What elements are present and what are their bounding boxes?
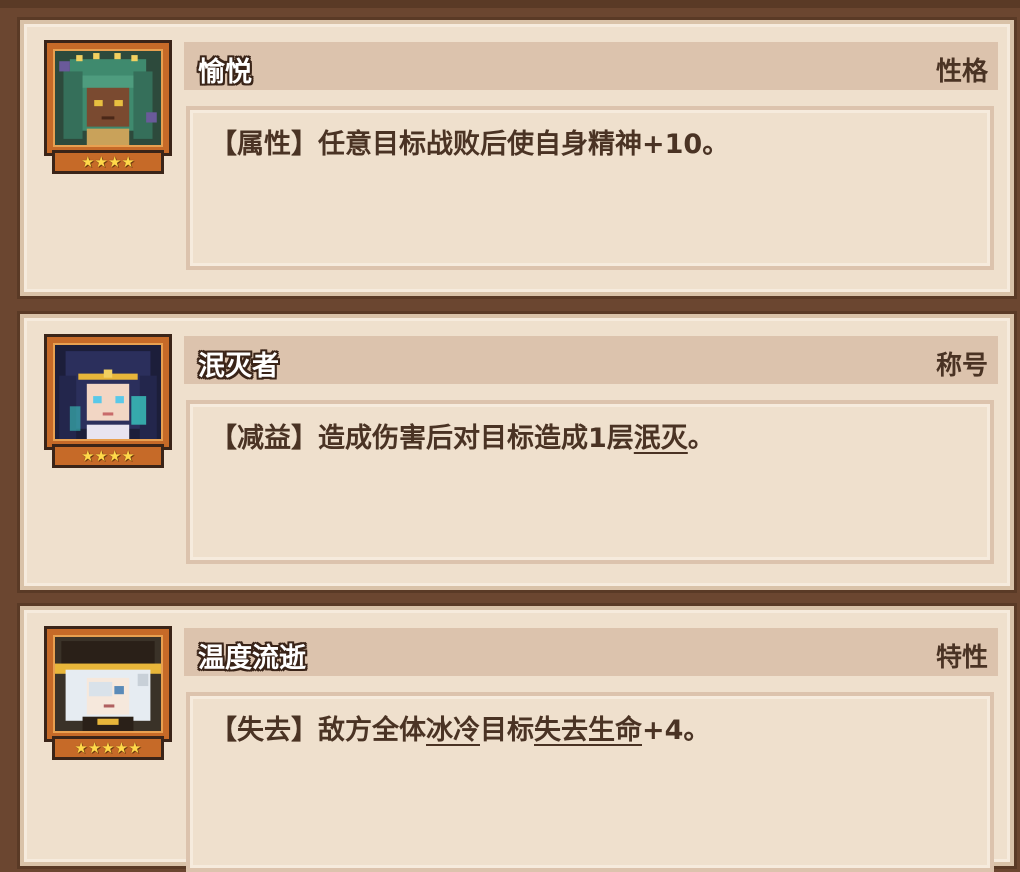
card-description-box: 【属性】任意目标战败后使自身精神+10。 bbox=[186, 106, 994, 270]
card-title: 泯灭者 bbox=[198, 351, 279, 382]
portrait-frame bbox=[44, 626, 172, 742]
card-title-bar: 愉悦 性格 bbox=[184, 42, 998, 90]
description-text: 。 bbox=[687, 423, 715, 454]
card-type-tag: 称号 bbox=[935, 351, 988, 381]
trait-card-2[interactable]: ★★★★ 泯灭者 称号 【减益】造成伤害后对目标造成1层泯灭。 bbox=[20, 314, 1014, 590]
star-rating: ★★★★ bbox=[52, 444, 164, 468]
portrait-frame bbox=[44, 40, 172, 156]
card-description-box: 【失去】敌方全体冰冷目标失去生命+4。 bbox=[186, 692, 994, 872]
keyword-link[interactable]: 冰冷 bbox=[426, 715, 480, 746]
star-icons: ★★★★ bbox=[81, 152, 135, 171]
card-title-bar: 泯灭者 称号 bbox=[184, 336, 998, 384]
description-text: 【失去】敌方全体 bbox=[210, 715, 426, 746]
description-text: 【减益】造成伤害后对目标造成1层 bbox=[210, 423, 634, 454]
keyword-link[interactable]: 失去生命 bbox=[534, 715, 642, 746]
star-rating: ★★★★ bbox=[52, 150, 164, 174]
portrait-frame bbox=[44, 334, 172, 450]
star-icons: ★★★★ bbox=[81, 446, 135, 465]
card-title: 愉悦 bbox=[198, 57, 252, 88]
trait-card-3[interactable]: ★★★★★ 温度流逝 特性 【失去】敌方全体冰冷目标失去生命+4。 bbox=[20, 606, 1014, 872]
description-text: 【属性】任意目标战败后使自身精神+10。 bbox=[210, 129, 730, 160]
description-text: 目标 bbox=[480, 715, 534, 746]
character-avatar bbox=[53, 635, 163, 733]
card-title: 温度流逝 bbox=[198, 643, 306, 674]
character-avatar bbox=[53, 49, 163, 147]
card-description-box: 【减益】造成伤害后对目标造成1层泯灭。 bbox=[186, 400, 994, 564]
card-description: 【失去】敌方全体冰冷目标失去生命+4。 bbox=[210, 708, 710, 747]
star-rating: ★★★★★ bbox=[52, 736, 164, 760]
card-title-bar: 温度流逝 特性 bbox=[184, 628, 998, 676]
star-icons: ★★★★★ bbox=[74, 738, 142, 757]
character-portrait: ★★★★ bbox=[44, 40, 172, 174]
card-type-tag: 特性 bbox=[935, 643, 988, 673]
card-description: 【减益】造成伤害后对目标造成1层泯灭。 bbox=[210, 416, 715, 455]
character-portrait: ★★★★ bbox=[44, 334, 172, 468]
character-avatar bbox=[53, 343, 163, 441]
character-portrait: ★★★★★ bbox=[44, 626, 172, 760]
trait-card-1[interactable]: ★★★★ 愉悦 性格 【属性】任意目标战败后使自身精神+10。 bbox=[20, 20, 1014, 296]
card-type-tag: 性格 bbox=[935, 57, 988, 87]
frame-top-border bbox=[0, 0, 1020, 8]
keyword-link[interactable]: 泯灭 bbox=[634, 423, 688, 454]
card-description: 【属性】任意目标战败后使自身精神+10。 bbox=[210, 122, 729, 161]
description-text: +4。 bbox=[642, 715, 711, 746]
